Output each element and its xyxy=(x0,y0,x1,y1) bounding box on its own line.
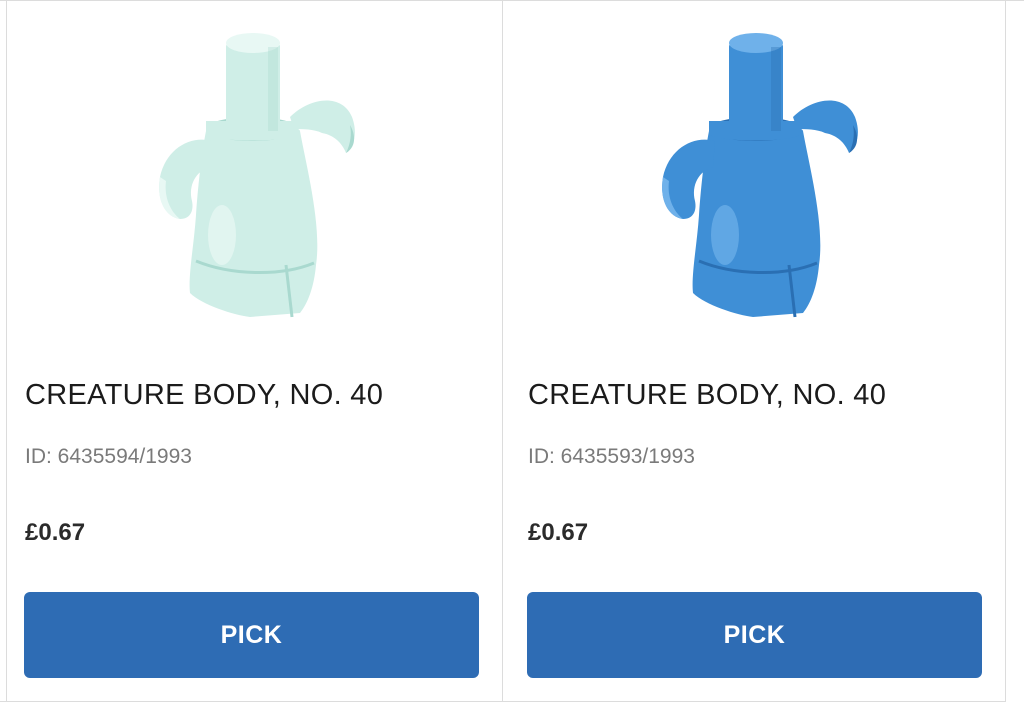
product-price: £0.67 xyxy=(25,519,86,546)
product-id: ID: 6435593/1993 xyxy=(528,445,695,468)
creature-body-figure xyxy=(159,33,355,318)
product-card: CREATURE BODY, NO. 40 ID: 6435594/1993 £… xyxy=(0,1,503,702)
pick-button[interactable]: PICK xyxy=(24,592,479,678)
product-image[interactable] xyxy=(613,25,893,325)
product-title[interactable]: CREATURE BODY, NO. 40 xyxy=(25,379,383,412)
pick-button[interactable]: PICK xyxy=(527,592,982,678)
product-id: ID: 6435594/1993 xyxy=(25,445,192,468)
creature-body-figure xyxy=(662,33,858,318)
next-card-edge xyxy=(1017,1,1024,702)
product-grid: CREATURE BODY, NO. 40 ID: 6435594/1993 £… xyxy=(0,0,1024,702)
product-image[interactable] xyxy=(110,25,390,325)
product-title[interactable]: CREATURE BODY, NO. 40 xyxy=(528,379,886,412)
product-card: CREATURE BODY, NO. 40 ID: 6435593/1993 £… xyxy=(503,1,1006,702)
product-price: £0.67 xyxy=(528,519,589,546)
